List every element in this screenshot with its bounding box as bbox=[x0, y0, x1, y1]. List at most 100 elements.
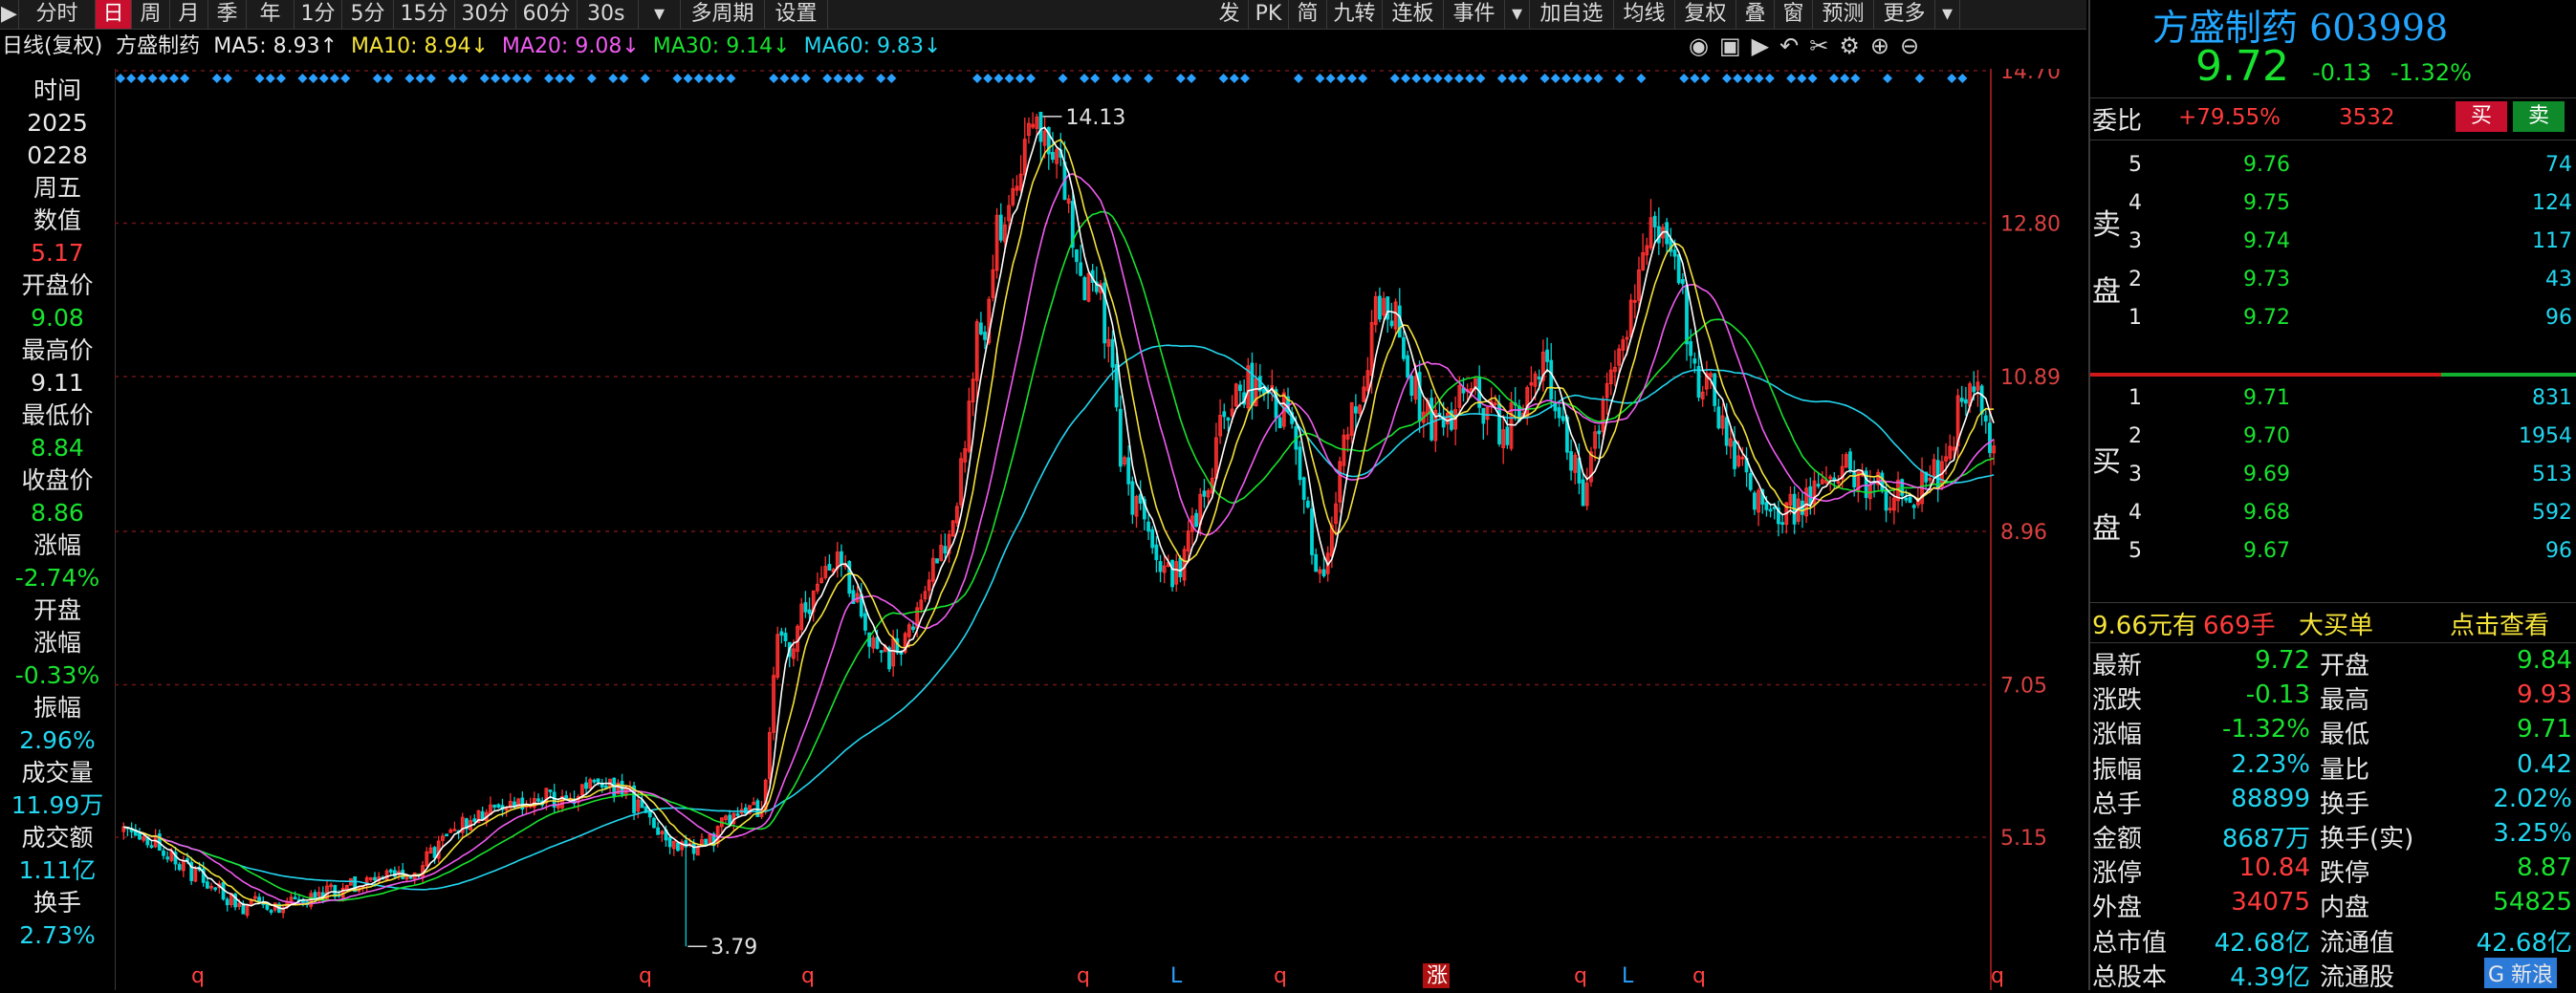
event-dropdown-icon[interactable]: ▾ bbox=[1505, 0, 1530, 29]
camera-icon[interactable]: ▣ bbox=[1719, 32, 1752, 59]
event-marker-icon[interactable] bbox=[1004, 74, 1015, 83]
event-marker-icon[interactable] bbox=[180, 74, 190, 83]
event-marker-icon[interactable] bbox=[993, 74, 1004, 83]
event-marker-icon[interactable] bbox=[448, 74, 458, 83]
event-marker-icon[interactable] bbox=[308, 74, 318, 83]
event-marker-icon[interactable] bbox=[1175, 74, 1186, 83]
event-marker-icon[interactable] bbox=[1315, 74, 1325, 83]
event-marker-icon[interactable] bbox=[1325, 74, 1336, 83]
window-button[interactable]: 窗 bbox=[1775, 0, 1813, 29]
event-marker-icon[interactable] bbox=[1144, 74, 1154, 83]
period-label[interactable]: 日线(复权) bbox=[2, 34, 102, 58]
overlay-button[interactable]: 叠 bbox=[1736, 0, 1775, 29]
toolbar-jian-button[interactable]: 简 bbox=[1289, 0, 1327, 29]
event-marker-icon[interactable] bbox=[1539, 74, 1550, 83]
period-dropdown-icon[interactable]: ▾ bbox=[639, 0, 681, 29]
event-marker-icon[interactable] bbox=[1401, 74, 1410, 83]
event-marker-icon[interactable] bbox=[340, 74, 351, 83]
toolbar-event-button[interactable]: 事件 bbox=[1444, 0, 1505, 29]
tab-1min[interactable]: 1分 bbox=[295, 0, 342, 29]
view-big-order-link[interactable]: 点击查看 bbox=[2450, 606, 2549, 641]
event-marker-icon[interactable] bbox=[1058, 74, 1068, 83]
kline-chart[interactable]: 14.70 12.80 10.89 8.96 7.05 5.15 14.13 3.79 q q q q… bbox=[115, 69, 2086, 990]
more-button[interactable]: 更多 bbox=[1874, 0, 1935, 29]
event-marker-icon[interactable] bbox=[586, 74, 597, 83]
event-marker-icon[interactable] bbox=[876, 74, 886, 83]
event-marker-icon[interactable] bbox=[843, 74, 854, 83]
gear-icon[interactable]: ⚙ bbox=[1839, 32, 1870, 59]
event-marker-icon[interactable] bbox=[1518, 74, 1529, 83]
event-marker-icon[interactable] bbox=[640, 74, 650, 83]
event-marker-icon[interactable] bbox=[169, 74, 179, 83]
tab-monthly[interactable]: 月 bbox=[170, 0, 208, 29]
event-marker-icon[interactable] bbox=[1465, 74, 1475, 83]
more-dropdown-icon[interactable]: ▾ bbox=[1935, 0, 1960, 29]
event-marker-icon[interactable] bbox=[1187, 74, 1196, 83]
event-marker-icon[interactable] bbox=[693, 74, 704, 83]
ask-price[interactable]: 9.75 bbox=[2243, 191, 2290, 215]
bottom-event-marker[interactable]: L bbox=[1622, 964, 1634, 988]
event-marker-icon[interactable] bbox=[426, 74, 436, 83]
tab-60min[interactable]: 60分 bbox=[516, 0, 578, 29]
bottom-event-marker[interactable]: L bbox=[1170, 964, 1183, 988]
event-marker-icon[interactable] bbox=[1229, 74, 1239, 83]
event-marker-icon[interactable] bbox=[1957, 74, 1968, 83]
ask-price[interactable]: 9.76 bbox=[2243, 153, 2290, 177]
event-marker-icon[interactable] bbox=[1508, 74, 1517, 83]
event-marker-icon[interactable] bbox=[1111, 74, 1122, 83]
event-marker-icon[interactable] bbox=[769, 74, 779, 83]
event-marker-icon[interactable] bbox=[1786, 74, 1797, 83]
event-marker-icon[interactable] bbox=[886, 74, 897, 83]
bottom-event-marker[interactable]: q bbox=[1077, 964, 1090, 988]
event-marker-icon[interactable] bbox=[1807, 74, 1818, 83]
event-marker-icon[interactable] bbox=[1122, 74, 1132, 83]
settings-button[interactable]: 设置 bbox=[765, 0, 828, 29]
ask-price[interactable]: 9.72 bbox=[2243, 306, 2290, 330]
add-watchlist-button[interactable]: 加自选 bbox=[1530, 0, 1614, 29]
event-marker-icon[interactable] bbox=[1733, 74, 1743, 83]
tab-30min[interactable]: 30分 bbox=[455, 0, 516, 29]
event-marker-icon[interactable] bbox=[1797, 74, 1807, 83]
event-marker-icon[interactable] bbox=[479, 74, 490, 83]
event-marker-icon[interactable] bbox=[1679, 74, 1690, 83]
event-marker-icon[interactable] bbox=[522, 74, 533, 83]
event-marker-icon[interactable] bbox=[1080, 74, 1089, 83]
sell-button[interactable]: 卖 bbox=[2513, 101, 2565, 132]
event-marker-icon[interactable] bbox=[1561, 74, 1571, 83]
ma-settings-button[interactable]: 均线 bbox=[1614, 0, 1675, 29]
event-marker-icon[interactable] bbox=[1947, 74, 1957, 83]
event-marker-icon[interactable] bbox=[1840, 74, 1850, 83]
event-marker-icon[interactable] bbox=[1690, 74, 1700, 83]
event-marker-icon[interactable] bbox=[404, 74, 415, 83]
eye-icon[interactable]: ◉ bbox=[1689, 32, 1719, 59]
bottom-event-marker[interactable]: q bbox=[1692, 964, 1706, 988]
event-marker-icon[interactable] bbox=[854, 74, 864, 83]
toolbar-lianban-button[interactable]: 连板 bbox=[1383, 0, 1444, 29]
event-marker-icon[interactable] bbox=[565, 74, 576, 83]
event-marker-icon[interactable] bbox=[983, 74, 993, 83]
event-marker-icon[interactable] bbox=[1358, 74, 1368, 83]
event-marker-icon[interactable] bbox=[555, 74, 565, 83]
bid-price[interactable]: 9.70 bbox=[2243, 424, 2290, 448]
event-marker-icon[interactable] bbox=[1411, 74, 1422, 83]
event-marker-icon[interactable] bbox=[705, 74, 714, 83]
event-marker-icon[interactable] bbox=[1026, 74, 1036, 83]
event-marker-icon[interactable] bbox=[223, 74, 232, 83]
ask-price[interactable]: 9.73 bbox=[2243, 268, 2290, 291]
event-marker-icon[interactable] bbox=[211, 74, 222, 83]
event-marker-icon[interactable] bbox=[276, 74, 286, 83]
tab-weekly[interactable]: 周 bbox=[132, 0, 170, 29]
bottom-event-marker[interactable]: 涨 bbox=[1427, 964, 1448, 988]
event-marker-icon[interactable] bbox=[726, 74, 736, 83]
bid-price[interactable]: 9.68 bbox=[2243, 501, 2290, 525]
event-marker-icon[interactable] bbox=[501, 74, 512, 83]
tab-daily[interactable]: 日 bbox=[96, 0, 132, 29]
event-marker-icon[interactable] bbox=[1914, 74, 1925, 83]
event-marker-icon[interactable] bbox=[683, 74, 693, 83]
event-marker-icon[interactable] bbox=[1336, 74, 1346, 83]
event-marker-icon[interactable] bbox=[1850, 74, 1861, 83]
event-marker-icon[interactable] bbox=[1593, 74, 1604, 83]
tab-yearly[interactable]: 年 bbox=[247, 0, 295, 29]
event-marker-icon[interactable] bbox=[833, 74, 843, 83]
collapse-icon[interactable]: ▶ bbox=[0, 0, 19, 29]
